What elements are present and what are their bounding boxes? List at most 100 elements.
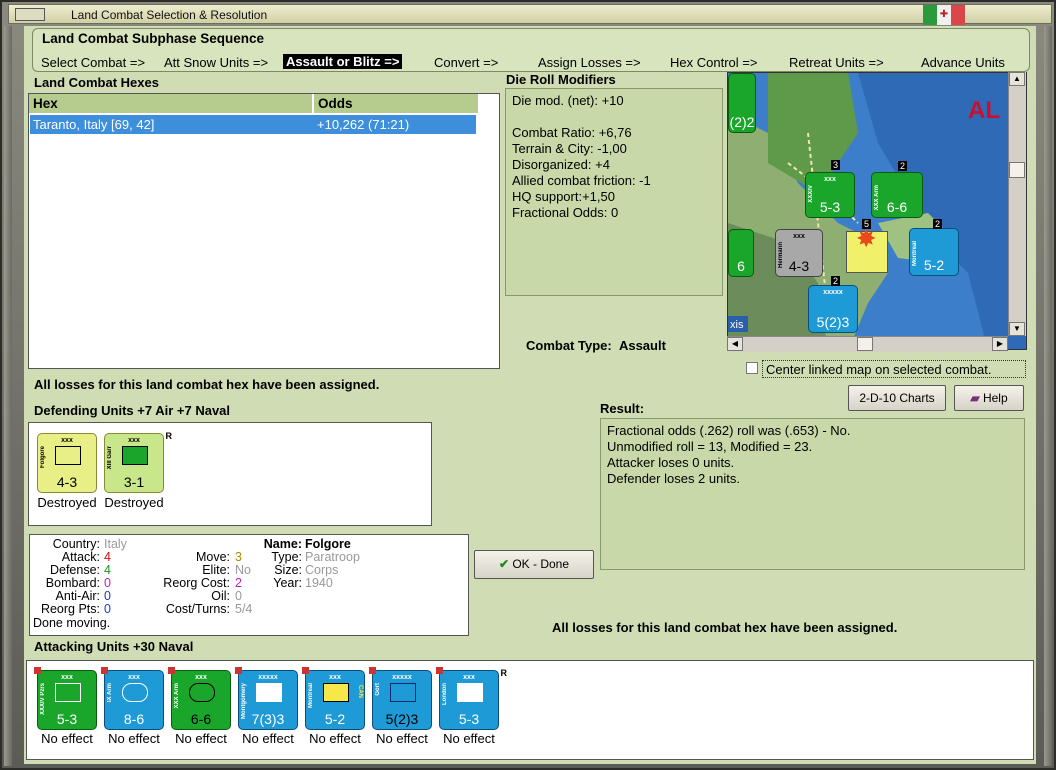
stack-count: 3 bbox=[831, 160, 841, 170]
subphase-title: Land Combat Subphase Sequence bbox=[42, 31, 265, 46]
stack-count: 2 bbox=[898, 161, 908, 171]
help-button[interactable]: ▰ Help bbox=[954, 385, 1024, 411]
attacker-unit[interactable]: xxx IX Arm 8-6 bbox=[101, 667, 164, 730]
info-type: Paratroop bbox=[305, 550, 360, 564]
info-attack: 4 bbox=[104, 550, 111, 564]
attacker-status: No effect bbox=[443, 731, 495, 746]
die-roll-modifiers: Die mod. (net): +10 Combat Ratio: +6,76 … bbox=[505, 88, 723, 296]
losses-assigned-msg-bottom: All losses for this land combat hex have… bbox=[552, 620, 898, 635]
stack-count: 2 bbox=[933, 219, 943, 229]
map-unit[interactable]: XXX Arm 6-6 bbox=[871, 172, 923, 218]
help-book-icon: ▰ bbox=[970, 391, 980, 405]
attacker-unit[interactable]: xxx XXXIV Pzrs 5-3 bbox=[34, 667, 97, 730]
unit-info-panel: Country: Italy Attack: 4 Defense: 4 Bomb… bbox=[29, 534, 469, 636]
stack-count: 5 bbox=[862, 219, 872, 229]
attacker-unit[interactable]: xxxxx Montgomery 7(3)3 bbox=[235, 667, 298, 730]
map-unit[interactable]: Montreal 5-2 bbox=[909, 228, 959, 276]
col-hex[interactable]: Hex bbox=[29, 94, 313, 114]
info-name: Folgore bbox=[305, 537, 351, 551]
linked-map[interactable]: AL xis (2)2 xxx XXXIV 5-3 XXX Arm 6-6 xxx He… bbox=[727, 72, 1027, 350]
charts-button[interactable]: 2-D-10 Charts bbox=[848, 385, 946, 411]
result-line: Defender loses 2 units. bbox=[607, 471, 740, 486]
combat-type-value: Assault bbox=[618, 338, 666, 353]
left-frame bbox=[4, 26, 12, 766]
info-size: Corps bbox=[305, 563, 339, 577]
losses-assigned-msg-top: All losses for this land combat hex have… bbox=[34, 377, 380, 392]
attacker-unit[interactable]: xxx XXX Arm 6-6 bbox=[168, 667, 231, 730]
scroll-left-icon[interactable]: ◀ bbox=[727, 337, 743, 351]
hexes-title: Land Combat Hexes bbox=[34, 75, 159, 90]
table-row[interactable]: Taranto, Italy [69, 42] +10,262 (71:21) bbox=[30, 115, 476, 134]
map-unit[interactable]: xxx Hermann 4-3 bbox=[775, 229, 823, 277]
info-year: 1940 bbox=[305, 576, 333, 590]
attacker-unit[interactable]: xxx Montreal 5-2 CAN bbox=[302, 667, 365, 730]
scroll-down-icon[interactable]: ▼ bbox=[1009, 322, 1025, 336]
scroll-up-icon[interactable]: ▲ bbox=[1009, 72, 1025, 86]
attacker-unit[interactable]: xxx London 5-3 R bbox=[436, 667, 507, 730]
info-oil: 0 bbox=[235, 589, 242, 603]
italy-flag-red-icon bbox=[951, 5, 965, 25]
scroll-thumb[interactable] bbox=[1009, 162, 1025, 178]
window-menu-icon[interactable] bbox=[15, 8, 45, 21]
map-unit[interactable]: 6 bbox=[728, 229, 754, 277]
modifier-line bbox=[512, 109, 716, 125]
info-reorg-cost: 2 bbox=[235, 576, 242, 590]
modifier-line: Allied combat friction: -1 bbox=[512, 173, 651, 188]
garrison-symbol-icon bbox=[122, 446, 148, 465]
map-horizontal-scrollbar[interactable]: ◀ ▶ bbox=[727, 336, 1008, 352]
italy-flag-green-icon bbox=[923, 5, 937, 25]
map-label-xis: xis bbox=[730, 319, 744, 331]
main-content: Land Combat Subphase Sequence Select Com… bbox=[24, 26, 1036, 764]
combat-type: Combat Type: Assault bbox=[526, 338, 666, 353]
armor-symbol-icon bbox=[189, 683, 215, 702]
mechanized-symbol-icon bbox=[323, 683, 349, 702]
info-reorg-pts: 0 bbox=[104, 602, 111, 616]
modifier-line: Combat Ratio: +6,76 bbox=[512, 125, 632, 140]
step-assign-losses: Assign Losses => bbox=[538, 55, 641, 70]
defender-status: Destroyed bbox=[104, 495, 164, 510]
modifier-line: Disorganized: +4 bbox=[512, 157, 610, 172]
combat-hexes-table: Hex Odds Taranto, Italy [69, 42] +10,262… bbox=[28, 93, 500, 369]
step-convert: Convert => bbox=[434, 55, 499, 70]
modifier-line: HQ support:+1,50 bbox=[512, 189, 615, 204]
combat-hex-marker[interactable]: ✸ bbox=[846, 226, 888, 273]
explosion-icon: ✸ bbox=[857, 226, 876, 251]
armor-symbol-icon bbox=[122, 683, 148, 702]
step-hex-control: Hex Control => bbox=[670, 55, 758, 70]
cell-hex: Taranto, Italy [69, 42] bbox=[33, 117, 155, 132]
map-unit[interactable]: xxxxx 5(2)3 bbox=[808, 285, 858, 333]
die-roll-title: Die Roll Modifiers bbox=[506, 72, 616, 87]
checkmark-icon: ✔ bbox=[498, 557, 509, 571]
defender-unit-xiii-garr[interactable]: xxx XIII Garr 3-1 R bbox=[104, 431, 172, 493]
result-title: Result: bbox=[600, 401, 645, 416]
col-odds[interactable]: Odds bbox=[314, 94, 479, 114]
scroll-thumb[interactable] bbox=[857, 337, 873, 351]
scroll-right-icon[interactable]: ▶ bbox=[992, 337, 1008, 351]
info-bombard: 0 bbox=[104, 576, 111, 590]
info-done-moving: Done moving. bbox=[33, 616, 111, 630]
center-map-checkbox[interactable] bbox=[746, 362, 758, 374]
info-move: 3 bbox=[235, 550, 242, 564]
hq-symbol-icon bbox=[256, 683, 282, 702]
result-line: Fractional odds (.262) roll was (.653) -… bbox=[607, 423, 851, 438]
ok-done-button[interactable]: ✔ OK - Done bbox=[474, 550, 594, 579]
application-window: Land Combat Selection & Resolution ✚ Lan… bbox=[0, 0, 1056, 770]
info-antiair: 0 bbox=[104, 589, 111, 603]
info-cost-turns: 5/4 bbox=[235, 602, 253, 616]
map-vertical-scrollbar[interactable]: ▲ ▼ bbox=[1008, 72, 1026, 336]
defender-unit-folgore[interactable]: xxx Folgore 4-3 bbox=[37, 433, 97, 493]
defenders-title: Defending Units +7 Air +7 Naval bbox=[34, 403, 231, 418]
info-defense: 4 bbox=[104, 563, 111, 577]
cell-odds: +10,262 (71:21) bbox=[317, 117, 410, 132]
map-unit[interactable]: xxx XXXIV 5-3 bbox=[805, 172, 855, 218]
right-frame bbox=[1044, 26, 1052, 766]
title-bar: Land Combat Selection & Resolution ✚ bbox=[8, 4, 1052, 25]
map-unit[interactable]: (2)2 bbox=[728, 73, 756, 133]
step-assault-or-blitz: Assault or Blitz => bbox=[283, 54, 403, 69]
stack-count: 2 bbox=[831, 276, 841, 286]
result-line: Unmodified roll = 13, Modified = 23. bbox=[607, 439, 813, 454]
result-box: Fractional odds (.262) roll was (.653) -… bbox=[600, 418, 1025, 570]
center-map-label[interactable]: Center linked map on selected combat. bbox=[762, 360, 1026, 378]
step-retreat-units: Retreat Units => bbox=[789, 55, 884, 70]
attacker-unit[interactable]: xxxxx Gort 5(2)3 bbox=[369, 667, 432, 730]
